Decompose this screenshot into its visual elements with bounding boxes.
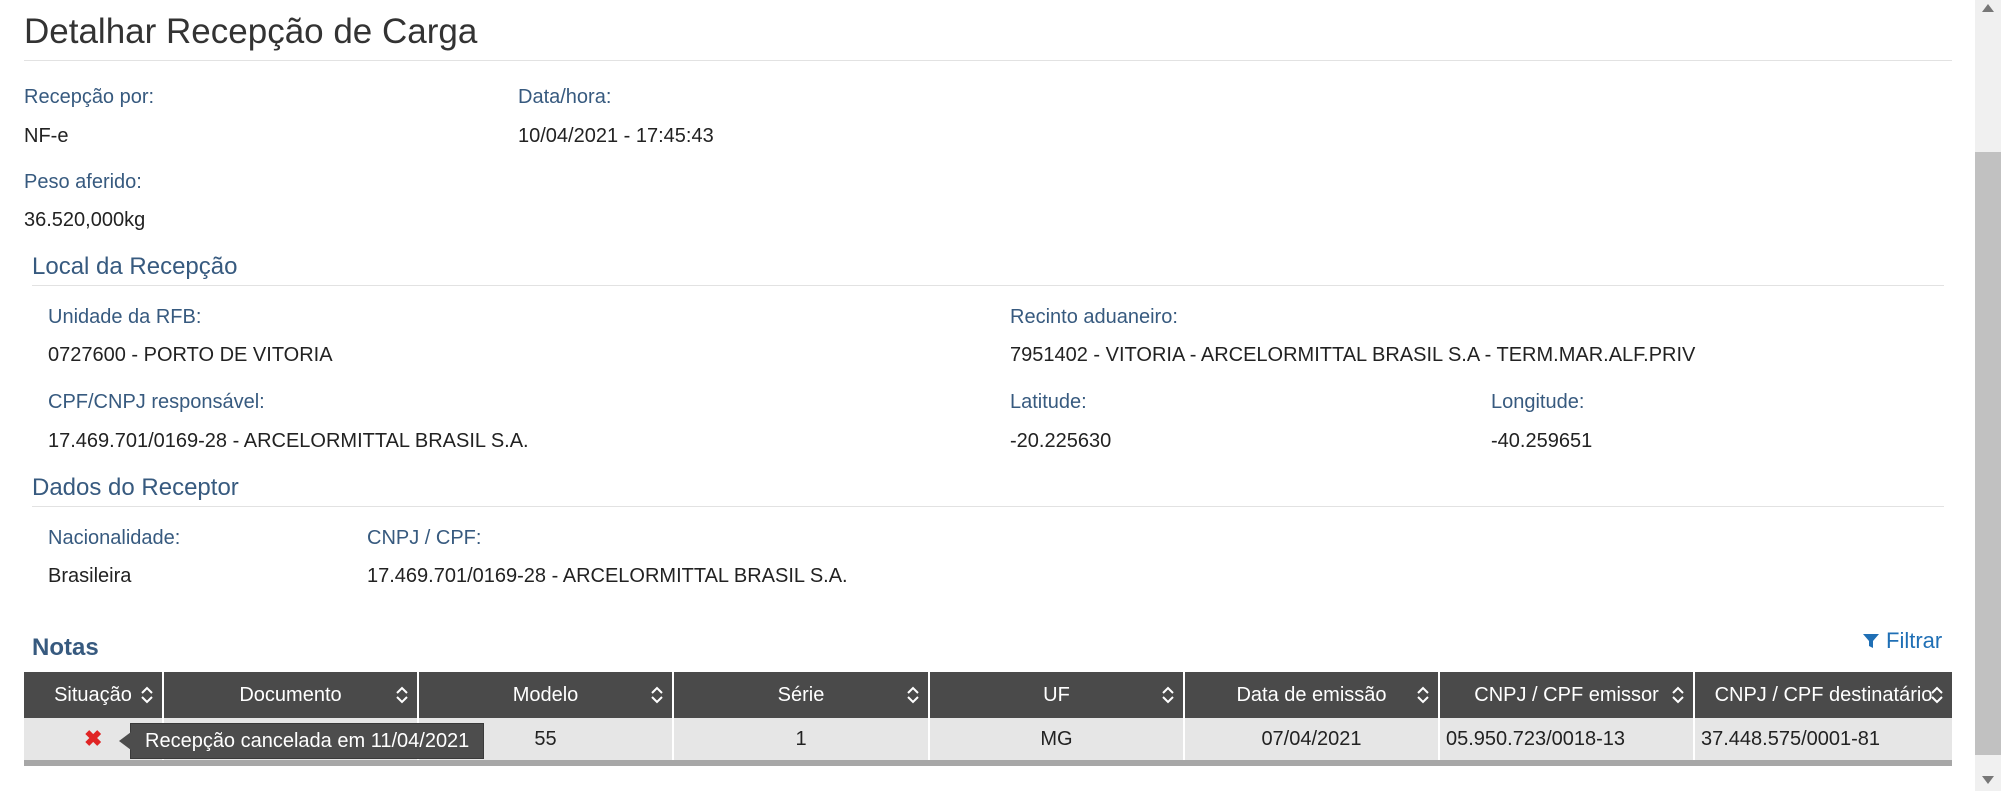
- column-label: CNPJ / CPF emissor: [1474, 683, 1659, 706]
- column-label: Situação: [54, 683, 132, 706]
- longitude-value: -40.259651: [1491, 430, 1593, 452]
- cpf-responsavel-value: 17.469.701/0169-28 - ARCELORMITTAL BRASI…: [48, 430, 529, 452]
- column-header-cnpj-emissor[interactable]: CNPJ / CPF emissor: [1440, 672, 1695, 718]
- latitude-label: Latitude:: [1010, 391, 1087, 413]
- column-header-situacao[interactable]: Situação: [24, 672, 164, 718]
- column-label: Data de emissão: [1236, 683, 1387, 706]
- cell-serie: 1: [674, 718, 930, 760]
- scroll-up-icon[interactable]: [1982, 4, 1994, 12]
- sort-icon: [907, 686, 919, 704]
- receptor-divider: [32, 506, 1944, 507]
- sort-icon: [1931, 686, 1943, 704]
- recepcao-por-value: NF-e: [24, 125, 69, 147]
- data-hora-value: 10/04/2021 - 17:45:43: [518, 125, 714, 147]
- recepcao-por-label: Recepção por:: [24, 86, 155, 108]
- column-label: UF: [1043, 683, 1070, 706]
- filter-icon: [1863, 634, 1879, 648]
- column-header-cnpj-destinatario[interactable]: CNPJ / CPF destinatário: [1695, 672, 1952, 718]
- nacionalidade-value: Brasileira: [48, 565, 132, 587]
- column-label: Modelo: [512, 683, 579, 706]
- filter-label: Filtrar: [1886, 628, 1943, 653]
- scroll-down-icon[interactable]: [1982, 776, 1994, 784]
- sort-icon: [651, 686, 663, 704]
- nacionalidade-label: Nacionalidade:: [48, 527, 181, 549]
- filter-button[interactable]: Filtrar: [1862, 628, 1942, 654]
- unidade-label: Unidade da RFB:: [48, 306, 202, 328]
- peso-label: Peso aferido:: [24, 171, 142, 193]
- column-header-documento[interactable]: Documento: [164, 672, 419, 718]
- cnpj-cpf-value: 17.469.701/0169-28 - ARCELORMITTAL BRASI…: [367, 565, 848, 587]
- cnpj-cpf-label: CNPJ / CPF:: [367, 527, 482, 549]
- sort-icon: [141, 686, 153, 704]
- peso-value: 36.520,000kg: [24, 209, 146, 231]
- scrollbar-thumb[interactable]: [1975, 152, 2001, 755]
- table-header: Situação Documento Modelo Série UF Data …: [24, 672, 1952, 718]
- page-title: Detalhar Recepção de Carga: [24, 12, 478, 51]
- sort-icon: [1417, 686, 1429, 704]
- column-header-serie[interactable]: Série: [674, 672, 930, 718]
- sort-icon: [396, 686, 408, 704]
- unidade-value: 0727600 - PORTO DE VITORIA: [48, 344, 333, 366]
- column-header-uf[interactable]: UF: [930, 672, 1185, 718]
- column-label: Série: [777, 683, 825, 706]
- cell-cnpj-emissor: 05.950.723/0018-13: [1440, 718, 1695, 760]
- column-header-modelo[interactable]: Modelo: [419, 672, 674, 718]
- local-section-title: Local da Recepção: [32, 253, 238, 280]
- notas-title: Notas: [32, 634, 99, 661]
- recinto-label: Recinto aduaneiro:: [1010, 306, 1178, 328]
- receptor-section-title: Dados do Receptor: [32, 474, 239, 501]
- cell-cnpj-destinatario: 37.448.575/0001-81: [1701, 727, 1881, 750]
- recinto-value: 7951402 - VITORIA - ARCELORMITTAL BRASIL…: [1010, 344, 1696, 366]
- title-divider: [24, 60, 1952, 61]
- sort-icon: [1672, 686, 1684, 704]
- sort-icon: [1162, 686, 1174, 704]
- notas-table: Situação Documento Modelo Série UF Data …: [24, 672, 1952, 766]
- red-x-icon[interactable]: ✖: [84, 726, 102, 752]
- local-divider: [32, 285, 1944, 286]
- data-hora-label: Data/hora:: [518, 86, 612, 108]
- status-tooltip: Recepção cancelada em 11/04/2021: [118, 723, 485, 759]
- column-label: Documento: [239, 683, 342, 706]
- cell-uf: MG: [930, 718, 1185, 760]
- vertical-scrollbar[interactable]: [1975, 0, 2001, 791]
- cell-data-emissao: 07/04/2021: [1185, 718, 1440, 760]
- column-label: CNPJ / CPF destinatário: [1714, 683, 1933, 706]
- latitude-value: -20.225630: [1010, 430, 1112, 452]
- column-header-data-emissao[interactable]: Data de emissão: [1185, 672, 1440, 718]
- cpf-responsavel-label: CPF/CNPJ responsável:: [48, 391, 265, 413]
- longitude-label: Longitude:: [1491, 391, 1585, 413]
